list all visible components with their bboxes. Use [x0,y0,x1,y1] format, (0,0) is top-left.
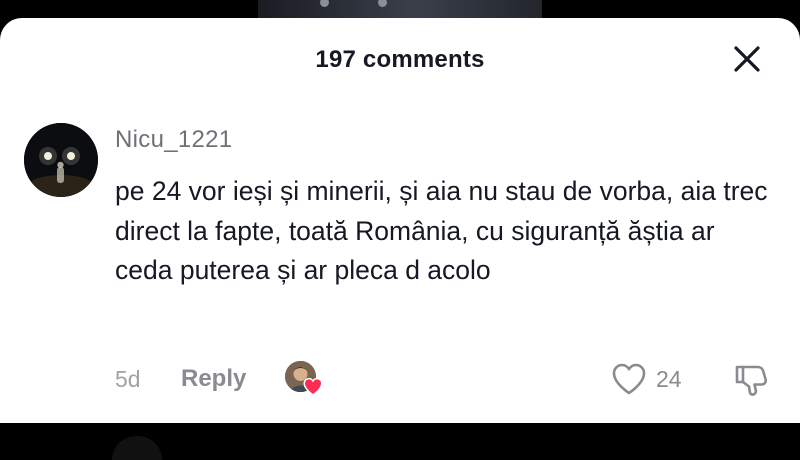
reply-button[interactable]: Reply [181,365,246,393]
next-comment-avatar [112,436,162,460]
avatar-image [24,123,98,197]
dislike-button[interactable] [733,362,769,398]
jacket-button-detail [378,0,387,7]
comment-actions-row: 5d Reply 24 [0,360,800,400]
creator-liked-badge [283,360,323,398]
heart-filled-icon [303,377,323,396]
comments-sheet: 197 comments Nicu_1221 pe 24 vor ieși și… [0,18,800,460]
comments-count-title: 197 comments [315,46,485,73]
comment-username[interactable]: Nicu_1221 [115,126,232,154]
like-button[interactable] [611,362,647,396]
comment-timestamp: 5d [115,366,141,392]
jacket-button-detail [320,0,329,7]
avatar[interactable] [24,123,98,197]
comment-text: pe 24 vor ieși și minerii, și aia nu sta… [115,176,768,285]
heart-outline-icon [612,363,646,395]
like-count: 24 [656,366,682,392]
close-button[interactable] [731,43,763,75]
video-background-strip [258,0,542,20]
thumbs-down-icon [735,365,768,396]
close-icon [734,46,760,72]
